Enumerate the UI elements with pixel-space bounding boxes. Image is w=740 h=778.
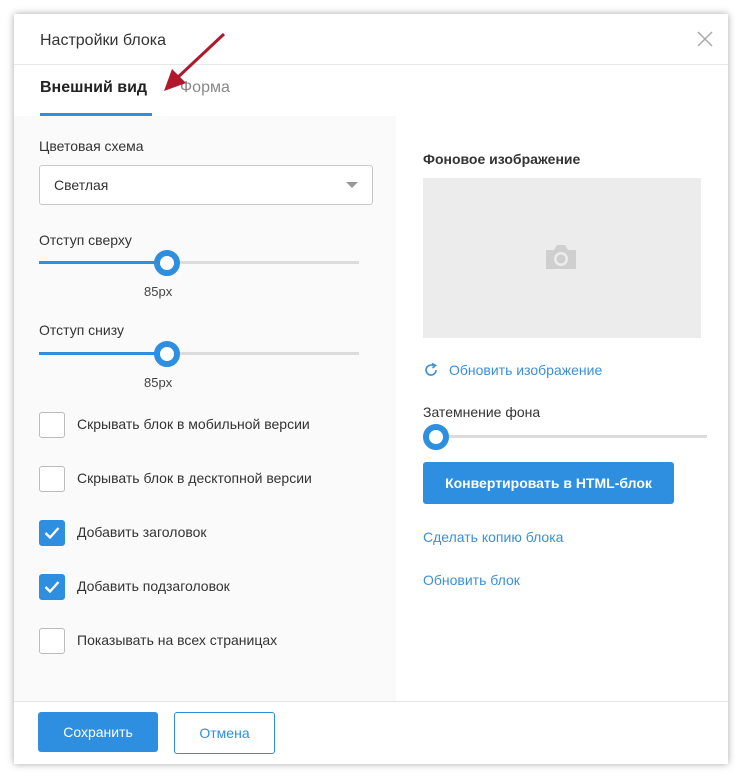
background-panel: Фоновое изображение Обновить изображение… bbox=[396, 116, 728, 701]
padding-bottom-label: Отступ снизу bbox=[39, 322, 124, 338]
copy-block-link[interactable]: Сделать копию блока bbox=[423, 529, 563, 545]
dim-background-label: Затемнение фона bbox=[423, 404, 541, 420]
slider-fill bbox=[39, 261, 167, 264]
cancel-button[interactable]: Отмена bbox=[174, 712, 275, 754]
appearance-panel: Цветовая схема Светлая Отступ сверху 85p… bbox=[14, 116, 396, 701]
dialog-footer: Сохранить Отмена bbox=[14, 701, 728, 764]
chevron-down-icon bbox=[346, 182, 358, 188]
checkbox-box[interactable] bbox=[39, 412, 65, 438]
padding-top-label: Отступ сверху bbox=[39, 232, 132, 248]
slider-handle[interactable] bbox=[154, 250, 180, 276]
color-scheme-label: Цветовая схема bbox=[39, 138, 144, 154]
checkmark-icon bbox=[44, 527, 60, 540]
refresh-icon[interactable] bbox=[423, 362, 439, 378]
convert-html-button[interactable]: Конвертировать в HTML-блок bbox=[423, 462, 674, 504]
checkbox-label: Скрывать блок в десктопной версии bbox=[77, 470, 312, 486]
camera-icon bbox=[546, 245, 576, 269]
padding-bottom-slider[interactable] bbox=[39, 341, 359, 367]
checkbox-box[interactable] bbox=[39, 628, 65, 654]
tab-appearance[interactable]: Внешний вид bbox=[40, 79, 147, 97]
dim-background-slider[interactable] bbox=[423, 424, 707, 450]
color-scheme-value: Светлая bbox=[54, 177, 109, 193]
checkmark-icon bbox=[44, 581, 60, 594]
checkbox-box[interactable] bbox=[39, 466, 65, 492]
save-button[interactable]: Сохранить bbox=[38, 712, 158, 752]
padding-top-slider[interactable] bbox=[39, 250, 359, 276]
checkbox-label: Добавить подзаголовок bbox=[77, 578, 230, 594]
update-block-link[interactable]: Обновить блок bbox=[423, 572, 520, 588]
checkbox-label: Добавить заголовок bbox=[77, 524, 207, 540]
checkbox-box[interactable] bbox=[39, 520, 65, 546]
checkbox-label: Показывать на всех страницах bbox=[77, 632, 278, 648]
color-scheme-select[interactable]: Светлая bbox=[39, 165, 373, 205]
slider-track bbox=[423, 435, 707, 438]
checkbox-label: Скрывать блок в мобильной версии bbox=[77, 416, 310, 432]
refresh-image-link[interactable]: Обновить изображение bbox=[449, 362, 602, 378]
padding-top-value: 85px bbox=[144, 284, 173, 299]
padding-bottom-value: 85px bbox=[144, 375, 173, 390]
checkbox-box[interactable] bbox=[39, 574, 65, 600]
slider-handle[interactable] bbox=[154, 341, 180, 367]
tab-form[interactable]: Форма bbox=[180, 79, 230, 97]
block-settings-dialog: Настройки блока Внешний вид Форма Цветов… bbox=[14, 14, 728, 764]
close-icon[interactable] bbox=[696, 30, 714, 48]
slider-fill bbox=[39, 352, 167, 355]
background-image-title: Фоновое изображение bbox=[423, 151, 581, 167]
tab-bar: Внешний вид Форма bbox=[14, 64, 728, 118]
dialog-title: Настройки блока bbox=[40, 32, 167, 49]
slider-handle[interactable] bbox=[423, 424, 449, 450]
background-image-placeholder[interactable] bbox=[423, 178, 701, 338]
